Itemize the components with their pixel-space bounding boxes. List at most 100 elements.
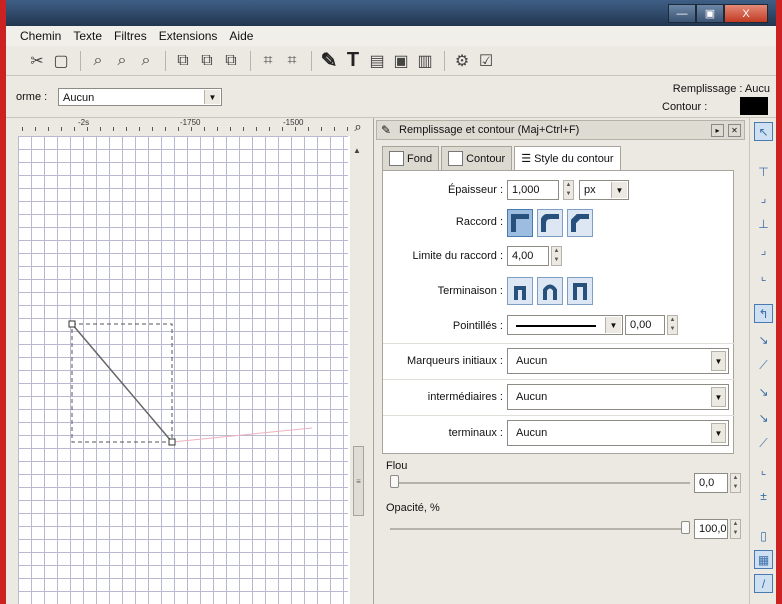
zoom-icon[interactable]: ⌕ bbox=[348, 118, 368, 136]
join-bevel-button[interactable] bbox=[567, 209, 593, 237]
snap-bbox-center-icon[interactable]: ⌞ bbox=[754, 266, 773, 285]
node-handle[interactable] bbox=[68, 320, 76, 328]
unit-select[interactable]: px ▼ bbox=[579, 180, 629, 200]
stroke-indicator-label: Contour : bbox=[662, 101, 708, 113]
dash-pattern-select[interactable]: ▼ bbox=[507, 315, 623, 335]
clone-icon[interactable]: ⧉ bbox=[196, 50, 218, 72]
opacity-input[interactable]: 100,0 bbox=[694, 519, 728, 539]
stroke-color-swatch[interactable] bbox=[740, 97, 768, 115]
end-markers-select[interactable]: Aucun ▼ bbox=[507, 420, 729, 446]
menu-chemin[interactable]: Chemin bbox=[20, 29, 61, 43]
tab-stroke-paint[interactable]: Contour bbox=[441, 146, 513, 170]
close-button[interactable]: X bbox=[724, 4, 768, 23]
close-panel-icon[interactable]: ✕ bbox=[728, 124, 741, 137]
unit-value: px bbox=[584, 184, 596, 196]
opacity-slider-knob[interactable] bbox=[681, 521, 690, 534]
blur-spinner[interactable]: ▲ ▼ bbox=[730, 473, 741, 493]
iconify-icon[interactable]: ▸ bbox=[711, 124, 724, 137]
minimize-button[interactable]: — bbox=[668, 4, 696, 23]
path-segment[interactable] bbox=[71, 323, 173, 443]
scroll-up-icon[interactable]: ▲ bbox=[353, 146, 361, 155]
cap-round-button[interactable] bbox=[537, 277, 563, 305]
snap-baseline-icon[interactable]: ± bbox=[754, 486, 773, 505]
miter-limit-spinner[interactable]: ▲ ▼ bbox=[551, 246, 562, 266]
ruler-tick bbox=[308, 127, 309, 131]
tab-label: Contour bbox=[466, 152, 506, 165]
snap-guides-icon[interactable]: / bbox=[754, 574, 773, 593]
snap-bbox-midpoint-icon[interactable]: ⌟ bbox=[754, 240, 773, 259]
zoom-page-icon[interactable]: ⌕ bbox=[135, 50, 157, 72]
fill-indicator-label: Remplissage : Aucu bbox=[672, 83, 770, 95]
snap-rotation-center-icon[interactable]: ⌞ bbox=[754, 460, 773, 479]
canvas-area: -2s -1750 -1500 ⌕ ▲ ≡ bbox=[18, 118, 368, 604]
snap-page-border-icon[interactable]: ▯ bbox=[754, 526, 773, 545]
cap-square-button[interactable] bbox=[567, 277, 593, 305]
width-spinner[interactable]: ▲ ▼ bbox=[563, 180, 574, 200]
menu-texte[interactable]: Texte bbox=[73, 29, 102, 43]
snap-toggle-icon[interactable]: ↖ bbox=[754, 122, 773, 141]
ungroup-icon[interactable]: ⌗ bbox=[281, 50, 303, 72]
blur-input[interactable]: 0,0 bbox=[694, 473, 728, 493]
fill-stroke-dialog: ✎ Remplissage et contour (Maj+Ctrl+F) ▸ … bbox=[373, 118, 749, 604]
join-round-button[interactable] bbox=[537, 209, 563, 237]
snap-grid-icon[interactable]: ▦ bbox=[754, 550, 773, 569]
text-tool-icon[interactable]: T bbox=[342, 49, 364, 72]
unlink-clone-icon[interactable]: ⧉ bbox=[220, 50, 242, 72]
dash-line-preview bbox=[516, 325, 596, 327]
duplicate-icon[interactable]: ⧉ bbox=[172, 50, 194, 72]
tool-options-bar: orme : Aucun ▼ Remplissage : Aucu Contou… bbox=[6, 77, 776, 118]
group-icon[interactable]: ⌗ bbox=[257, 50, 279, 72]
opacity-spinner[interactable]: ▲ ▼ bbox=[730, 519, 741, 539]
blur-slider-knob[interactable] bbox=[390, 475, 399, 488]
snap-intersection-icon[interactable]: ⟋ bbox=[754, 356, 773, 375]
dash-label: Pointillés : bbox=[452, 320, 503, 332]
align-icon[interactable]: ▥ bbox=[414, 50, 436, 72]
scroll-thumb[interactable]: ≡ bbox=[353, 446, 364, 516]
cut-icon[interactable]: ✂ bbox=[26, 50, 48, 72]
join-miter-button[interactable] bbox=[507, 209, 533, 237]
snap-path-icon[interactable]: ↘ bbox=[754, 330, 773, 349]
snap-nodes-icon[interactable]: ↰ bbox=[754, 304, 773, 323]
menu-extensions[interactable]: Extensions bbox=[159, 29, 218, 43]
join-round-icon bbox=[541, 214, 559, 232]
snap-bbox-edge-icon[interactable]: ⌟ bbox=[754, 188, 773, 207]
blur-slider-track[interactable] bbox=[390, 482, 690, 484]
chevron-down-icon: ▼ bbox=[605, 317, 621, 333]
miter-limit-input[interactable]: 4,00 bbox=[507, 246, 549, 266]
snap-center-icon[interactable]: ⟋ bbox=[754, 434, 773, 453]
snap-bbox-icon[interactable]: ⊤ bbox=[754, 162, 773, 181]
snap-bbox-corner-icon[interactable]: ⊥ bbox=[754, 214, 773, 233]
cap-butt-button[interactable] bbox=[507, 277, 533, 305]
node-handle[interactable] bbox=[168, 438, 176, 446]
opacity-slider-track[interactable] bbox=[390, 528, 690, 530]
mid-markers-select[interactable]: Aucun ▼ bbox=[507, 384, 729, 410]
document-properties-icon[interactable]: ☑ bbox=[475, 50, 497, 72]
miter-limit-label: Limite du raccord : bbox=[412, 250, 503, 262]
shape-select-value: Aucun bbox=[63, 92, 95, 104]
tab-fill[interactable]: Fond bbox=[382, 146, 440, 170]
shape-select[interactable]: Aucun ▼ bbox=[58, 88, 222, 106]
start-markers-label: Marqueurs initiaux : bbox=[407, 355, 503, 367]
start-markers-select[interactable]: Aucun ▼ bbox=[507, 348, 729, 374]
menu-filtres[interactable]: Filtres bbox=[114, 29, 147, 43]
menu-aide[interactable]: Aide bbox=[229, 29, 253, 43]
dialog-tabs: Fond Contour ☰ Style du contour bbox=[382, 146, 623, 170]
zoom-selection-icon[interactable]: ⌕ bbox=[87, 50, 109, 72]
fill-stroke-icon[interactable]: ✎ bbox=[318, 50, 340, 72]
snap-midpoints-icon[interactable]: ↘ bbox=[754, 408, 773, 427]
layers-icon[interactable]: ▤ bbox=[366, 50, 388, 72]
xml-editor-icon[interactable]: ▣ bbox=[390, 50, 412, 72]
copy-icon[interactable]: ▢ bbox=[50, 50, 72, 72]
dash-offset-spinner[interactable]: ▲ ▼ bbox=[667, 315, 678, 335]
width-input[interactable]: 1,000 bbox=[507, 180, 559, 200]
dash-offset-input[interactable]: 0,00 bbox=[625, 315, 665, 335]
ruler-tick bbox=[191, 127, 192, 131]
ruler-tick bbox=[61, 127, 62, 131]
vertical-scrollbar[interactable]: ▲ ≡ bbox=[350, 136, 368, 604]
preferences-icon[interactable]: ⚙ bbox=[451, 50, 473, 72]
zoom-drawing-icon[interactable]: ⌕ bbox=[111, 50, 133, 72]
tab-stroke-style[interactable]: ☰ Style du contour bbox=[514, 146, 621, 170]
title-bar: — ▣ X bbox=[6, 0, 776, 26]
maximize-button[interactable]: ▣ bbox=[696, 4, 724, 23]
snap-smooth-nodes-icon[interactable]: ↘ bbox=[754, 382, 773, 401]
